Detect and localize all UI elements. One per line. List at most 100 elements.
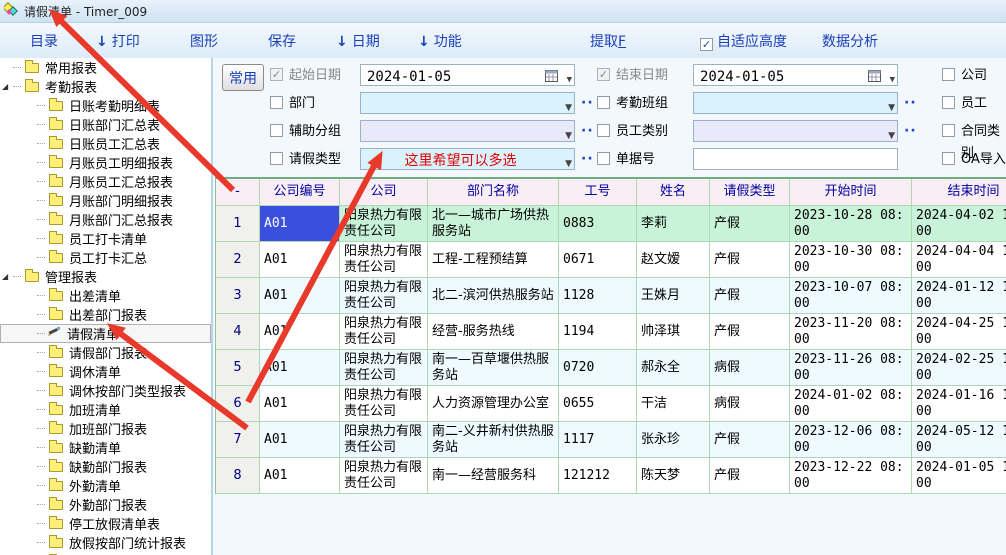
menu-date[interactable]: ↓日期 xyxy=(336,31,380,51)
cell-company_code[interactable]: A01 xyxy=(260,314,340,350)
cell-end[interactable]: 2024-01-05 18:00 xyxy=(912,458,1006,494)
tree-expand-icon[interactable]: ◢ xyxy=(2,272,12,281)
calendar-icon[interactable] xyxy=(545,67,558,89)
menu-data-analysis[interactable]: 数据分析 xyxy=(822,31,878,51)
tree-item[interactable]: 缺勤清单 xyxy=(0,438,211,457)
table-row[interactable]: 2A01阳泉热力有限责任公司工程-工程预结算0671赵文嫒产假2023-10-3… xyxy=(216,242,1006,278)
tree-item[interactable]: 常用报表 xyxy=(0,58,211,77)
cell-end[interactable]: 2024-04-25 18:00 xyxy=(912,314,1006,350)
doc-no-input[interactable] xyxy=(693,148,898,170)
cell-emp_no[interactable]: 121212 xyxy=(559,458,637,494)
cell-name[interactable]: 赵文嫒 xyxy=(637,242,710,278)
employee-type-dropdown[interactable]: ▼ xyxy=(693,120,898,142)
chevron-down-icon[interactable]: ▼ xyxy=(888,125,895,147)
menu-extract[interactable]: 提取F xyxy=(590,31,626,51)
cell-company[interactable]: 阳泉热力有限责任公司 xyxy=(340,386,428,422)
contract-type-checkbox[interactable] xyxy=(942,124,955,137)
cell-no[interactable]: 8 xyxy=(216,458,260,494)
company-checkbox[interactable] xyxy=(942,68,955,81)
column-header[interactable]: 部门名称 xyxy=(428,179,559,206)
cell-company[interactable]: 阳泉热力有限责任公司 xyxy=(340,278,428,314)
aux-group-checkbox[interactable] xyxy=(270,124,283,137)
cell-leave_type[interactable]: 产假 xyxy=(710,278,790,314)
table-row[interactable]: 8A01阳泉热力有限责任公司南一—经营服务科121212陈天梦产假2023-12… xyxy=(216,458,1006,494)
employee-checkbox[interactable] xyxy=(942,96,955,109)
column-header[interactable]: 公司编号 xyxy=(260,179,340,206)
cell-department[interactable]: 人力资源管理办公室 xyxy=(428,386,559,422)
chevron-down-icon[interactable]: ▼ xyxy=(890,69,895,91)
calendar-icon[interactable] xyxy=(868,67,881,89)
chevron-down-icon[interactable]: ▼ xyxy=(888,97,895,119)
end-date-input[interactable]: 2024-01-05 ▼ xyxy=(693,64,898,86)
cell-name[interactable]: 干洁 xyxy=(637,386,710,422)
cell-company[interactable]: 阳泉热力有限责任公司 xyxy=(340,206,428,242)
cell-start[interactable]: 2023-10-28 08:00 xyxy=(790,206,912,242)
aux-group-dropdown[interactable]: ▼ xyxy=(360,120,575,142)
cell-department[interactable]: 南一—经营服务科 xyxy=(428,458,559,494)
cell-department[interactable]: 北二-滨河供热服务站 xyxy=(428,278,559,314)
cell-start[interactable]: 2023-12-06 08:00 xyxy=(790,422,912,458)
cell-no[interactable]: 7 xyxy=(216,422,260,458)
cell-name[interactable]: 陈天梦 xyxy=(637,458,710,494)
chevron-down-icon[interactable]: ▼ xyxy=(565,97,572,119)
cell-no[interactable]: 4 xyxy=(216,314,260,350)
menu-save[interactable]: 保存 xyxy=(268,31,296,51)
checkbox-icon[interactable]: ✓ xyxy=(700,38,713,51)
cell-department[interactable]: 经营-服务热线 xyxy=(428,314,559,350)
cell-company_code[interactable]: A01 xyxy=(260,386,340,422)
cell-start[interactable]: 2023-11-26 08:00 xyxy=(790,350,912,386)
tree-item[interactable]: 调休按部门类型报表 xyxy=(0,381,211,400)
tree-item[interactable]: 放假按部门统计报表 xyxy=(0,533,211,552)
selected-cell[interactable]: A01 xyxy=(260,206,340,242)
cell-emp_no[interactable]: 0655 xyxy=(559,386,637,422)
cell-leave_type[interactable]: 产假 xyxy=(710,314,790,350)
cell-department[interactable]: 南二-义井新村供热服务站 xyxy=(428,422,559,458)
tree-item-leave-list-selected[interactable]: 请假清单 xyxy=(0,324,211,343)
tree-item[interactable]: ◢管理报表 xyxy=(0,267,211,286)
chevron-down-icon[interactable]: ▼ xyxy=(565,153,572,175)
cell-start[interactable]: 2023-10-30 08:00 xyxy=(790,242,912,278)
cell-end[interactable]: 2024-04-02 18:00 xyxy=(912,206,1006,242)
leave-type-dropdown[interactable]: 这里希望可以多选 ▼ xyxy=(360,148,575,170)
cell-company_code[interactable]: A01 xyxy=(260,422,340,458)
employee-type-checkbox[interactable] xyxy=(597,124,610,137)
cell-emp_no[interactable]: 0720 xyxy=(559,350,637,386)
cell-emp_no[interactable]: 1194 xyxy=(559,314,637,350)
end-date-checkbox[interactable]: ✓ xyxy=(597,68,610,81)
chevron-down-icon[interactable]: ▼ xyxy=(565,125,572,147)
tree-item[interactable]: 月账员工明细报表 xyxy=(0,153,211,172)
cell-name[interactable]: 李莉 xyxy=(637,206,710,242)
cell-company[interactable]: 阳泉热力有限责任公司 xyxy=(340,458,428,494)
cell-end[interactable]: 2024-04-04 18:00 xyxy=(912,242,1006,278)
tree-item[interactable]: 日账部门汇总表 xyxy=(0,115,211,134)
tree-item[interactable]: 出差清单 xyxy=(0,286,211,305)
cell-leave_type[interactable]: 病假 xyxy=(710,386,790,422)
leave-type-checkbox[interactable] xyxy=(270,152,283,165)
cell-name[interactable]: 郝永全 xyxy=(637,350,710,386)
department-more-button[interactable]: ·· xyxy=(581,92,594,114)
tree-item[interactable]: 员工打卡清单 xyxy=(0,229,211,248)
tree-item[interactable]: 外勤清单 xyxy=(0,476,211,495)
tree-item[interactable]: 月账部门明细报表 xyxy=(0,191,211,210)
tree-item[interactable]: ◢考勤报表 xyxy=(0,77,211,96)
leave-type-more-button[interactable]: ·· xyxy=(581,148,594,170)
cell-start[interactable]: 2023-10-07 08:00 xyxy=(790,278,912,314)
cell-name[interactable]: 张永珍 xyxy=(637,422,710,458)
cell-company[interactable]: 阳泉热力有限责任公司 xyxy=(340,422,428,458)
cell-emp_no[interactable]: 1117 xyxy=(559,422,637,458)
cell-no[interactable]: 2 xyxy=(216,242,260,278)
cell-start[interactable]: 2023-11-20 08:00 xyxy=(790,314,912,350)
table-row[interactable]: 4A01阳泉热力有限责任公司经营-服务热线1194帅泽琪产假2023-11-20… xyxy=(216,314,1006,350)
cell-company_code[interactable]: A01 xyxy=(260,278,340,314)
table-row[interactable]: 1A01阳泉热力有限责任公司北一—城市广场供热服务站0883李莉产假2023-1… xyxy=(216,206,1006,242)
cell-emp_no[interactable]: 0671 xyxy=(559,242,637,278)
cell-company_code[interactable]: A01 xyxy=(260,458,340,494)
cell-company_code[interactable]: A01 xyxy=(260,242,340,278)
attendance-group-more-button[interactable]: ·· xyxy=(904,92,917,114)
tree-item[interactable]: 缺勤部门报表 xyxy=(0,457,211,476)
column-header[interactable]: - xyxy=(216,179,260,206)
cell-leave_type[interactable]: 产假 xyxy=(710,206,790,242)
tree-expand-icon[interactable]: ◢ xyxy=(2,82,12,91)
adaptive-height-toggle[interactable]: ✓自适应高度 xyxy=(700,31,787,51)
cell-name[interactable]: 帅泽琪 xyxy=(637,314,710,350)
